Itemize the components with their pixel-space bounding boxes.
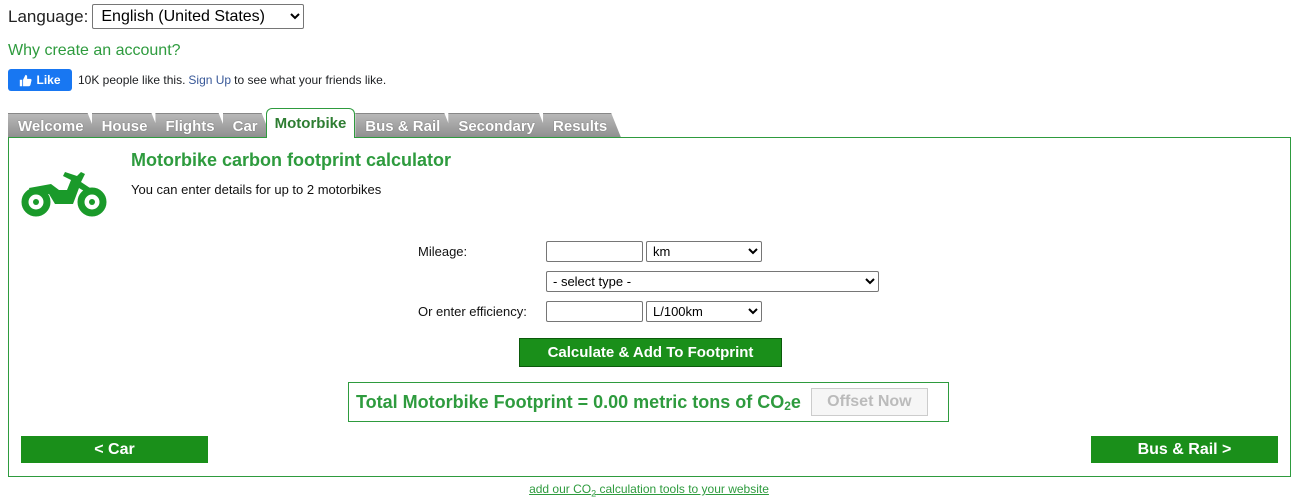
total-footprint-box: Total Motorbike Footprint = 0.00 metric … — [348, 382, 949, 422]
prev-car-button[interactable]: < Car — [21, 436, 208, 463]
tab-welcome[interactable]: Welcome — [8, 113, 98, 138]
calculate-add-button[interactable]: Calculate & Add To Footprint — [519, 338, 782, 367]
language-row: Language: English (United States) — [8, 4, 305, 29]
tab-secondary[interactable]: Secondary — [448, 113, 549, 138]
next-bus-rail-button[interactable]: Bus & Rail > — [1091, 436, 1278, 463]
thumbs-up-icon — [20, 74, 33, 86]
tab-house[interactable]: House — [92, 113, 162, 138]
mileage-input[interactable] — [546, 241, 643, 262]
motorbike-icon — [21, 172, 107, 217]
tab-motorbike[interactable]: Motorbike — [265, 108, 356, 138]
facebook-like-button[interactable]: Like — [8, 69, 72, 91]
why-create-account-link[interactable]: Why create an account? — [8, 42, 181, 60]
tab-results[interactable]: Results — [543, 113, 621, 138]
offset-now-button[interactable]: Offset Now — [810, 388, 928, 416]
mileage-label: Mileage: — [418, 244, 468, 259]
tab-flights[interactable]: Flights — [155, 113, 228, 138]
motorbike-type-select[interactable]: - select type - — [546, 271, 879, 292]
language-label: Language: — [8, 6, 89, 26]
language-select[interactable]: English (United States) — [92, 4, 305, 29]
total-footprint-text: Total Motorbike Footprint = 0.00 metric … — [356, 391, 801, 413]
tab-bus-rail[interactable]: Bus & Rail — [355, 113, 454, 138]
mileage-unit-select[interactable]: km — [646, 241, 762, 262]
panel-title: Motorbike carbon footprint calculator — [131, 150, 452, 170]
facebook-like-label: Like — [36, 73, 61, 87]
panel-subtitle: You can enter details for up to 2 motorb… — [131, 182, 382, 197]
tab-car[interactable]: Car — [223, 113, 272, 138]
efficiency-input[interactable] — [546, 301, 643, 322]
tab-bar: Welcome House Flights Car Motorbike Bus … — [8, 108, 615, 138]
motorbike-panel: Motorbike carbon footprint calculator Yo… — [8, 137, 1291, 477]
facebook-count-text: 10K people like this. — [78, 73, 186, 87]
efficiency-unit-select[interactable]: L/100km — [646, 301, 762, 322]
embed-tools-link[interactable]: add our CO2 calculation tools to your we… — [0, 482, 1298, 498]
facebook-like-row: Like 10K people like this. Sign Up to se… — [8, 69, 386, 91]
efficiency-label: Or enter efficiency: — [418, 304, 527, 319]
facebook-signup-link[interactable]: Sign Up — [188, 73, 231, 87]
facebook-suffix-text: to see what your friends like. — [234, 73, 387, 87]
